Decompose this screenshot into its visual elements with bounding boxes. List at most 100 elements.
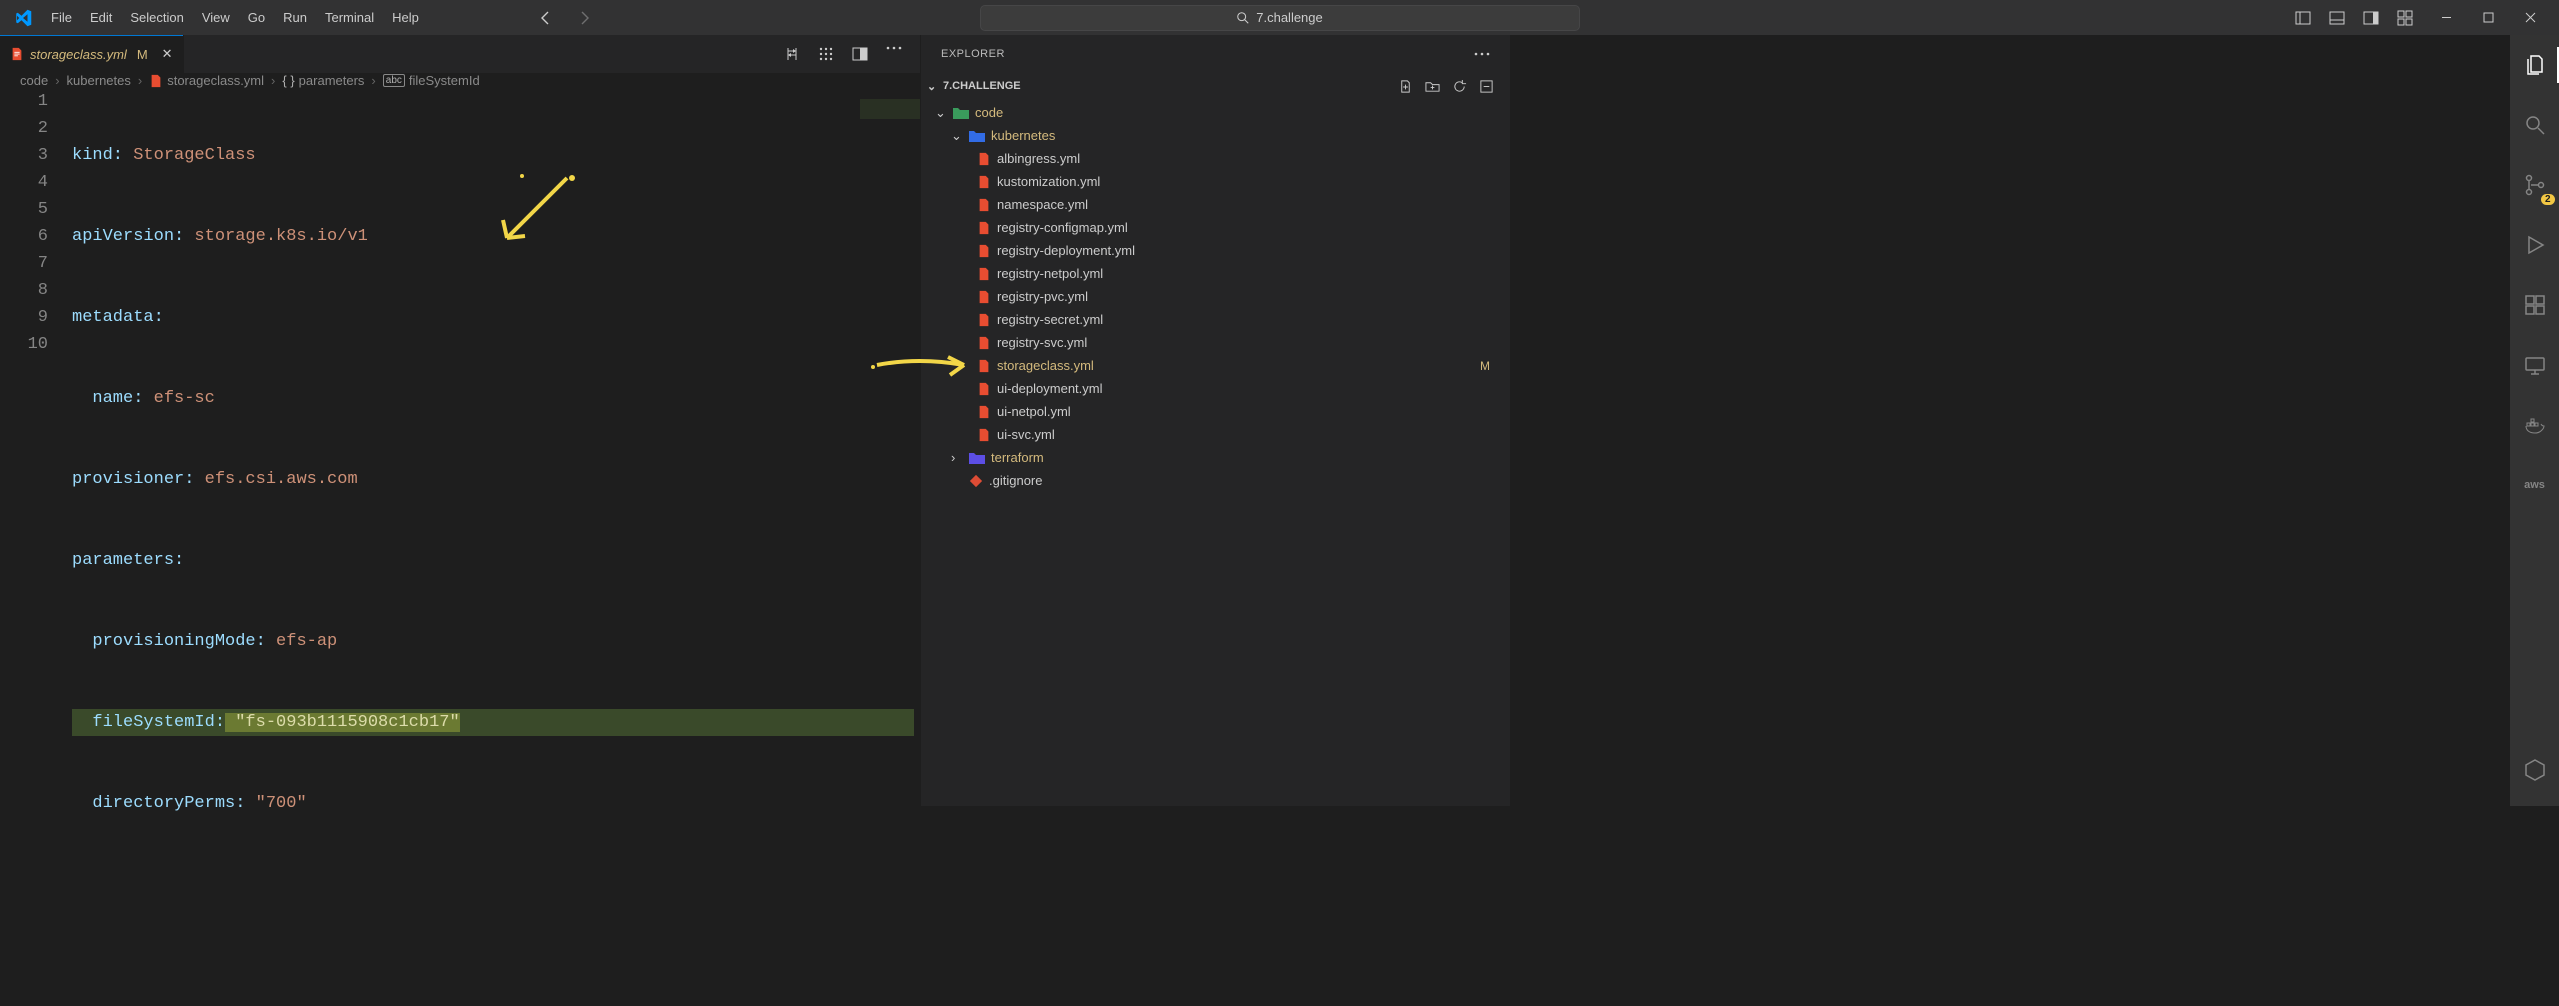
- search-tab[interactable]: [2511, 107, 2559, 143]
- yaml-file-icon: [977, 290, 991, 304]
- titlebar: File Edit Selection View Go Run Terminal…: [0, 0, 2559, 35]
- command-center[interactable]: 7.challenge: [980, 5, 1580, 31]
- yaml-file-icon: [977, 359, 991, 373]
- bc-section[interactable]: parameters: [299, 73, 365, 88]
- bc-file[interactable]: storageclass.yml: [167, 73, 264, 88]
- forward-icon[interactable]: [576, 10, 592, 26]
- extensions-icon: [2523, 293, 2547, 317]
- explorer-tab[interactable]: [2511, 47, 2559, 83]
- folder-kubernetes[interactable]: ⌄ kubernetes: [921, 124, 1510, 147]
- search-label: 7.challenge: [1256, 10, 1323, 25]
- file-kustomization[interactable]: kustomization.yml: [921, 170, 1510, 193]
- more-icon[interactable]: [886, 46, 902, 50]
- file-albingress[interactable]: albingress.yml: [921, 147, 1510, 170]
- folder-icon: [969, 129, 985, 143]
- split-right-icon[interactable]: [852, 46, 868, 62]
- menu-help[interactable]: Help: [383, 6, 428, 29]
- maximize-button[interactable]: [2467, 0, 2509, 35]
- tab-storageclass[interactable]: storageclass.yml M ✕: [0, 35, 184, 73]
- file-tree: ⌄ code ⌄ kubernetes albingress.yml kusto…: [921, 99, 1510, 806]
- bc-field[interactable]: fileSystemId: [409, 73, 480, 88]
- file-registry-configmap[interactable]: registry-configmap.yml: [921, 216, 1510, 239]
- file-gitignore[interactable]: · .gitignore: [921, 469, 1510, 492]
- folder-icon: [969, 451, 985, 465]
- file-registry-svc[interactable]: registry-svc.yml: [921, 331, 1510, 354]
- code-content[interactable]: kind: StorageClass apiVersion: storage.k…: [72, 88, 920, 1006]
- activity-bar: 2 aws: [2509, 35, 2559, 806]
- docker-icon: [2523, 413, 2547, 437]
- terraform-tab[interactable]: [2511, 752, 2559, 788]
- yaml-file-icon: [977, 221, 991, 235]
- more-icon[interactable]: [1474, 52, 1490, 56]
- folder-icon: [953, 106, 969, 120]
- bc-root[interactable]: code: [20, 73, 48, 88]
- collapse-icon[interactable]: [1479, 79, 1494, 94]
- menu-view[interactable]: View: [193, 6, 239, 29]
- minimize-button[interactable]: [2425, 0, 2467, 35]
- menu-selection[interactable]: Selection: [121, 6, 192, 29]
- extensions-tab[interactable]: [2511, 287, 2559, 323]
- file-ui-netpol[interactable]: ui-netpol.yml: [921, 400, 1510, 423]
- yaml-file-icon: [977, 405, 991, 419]
- yaml-file-icon: [977, 336, 991, 350]
- project-name: 7.CHALLENGE: [943, 80, 1021, 92]
- menubar: File Edit Selection View Go Run Terminal…: [42, 6, 428, 29]
- layout-panel-icon[interactable]: [2329, 10, 2345, 26]
- layout-secondary-icon[interactable]: [2363, 10, 2379, 26]
- close-icon[interactable]: ✕: [162, 46, 173, 62]
- yaml-file-icon: [977, 313, 991, 327]
- hexagon-icon: [2523, 758, 2547, 782]
- file-registry-deployment[interactable]: registry-deployment.yml: [921, 239, 1510, 262]
- menu-run[interactable]: Run: [274, 6, 316, 29]
- close-button[interactable]: [2509, 0, 2551, 35]
- tab-label: storageclass.yml: [30, 47, 127, 62]
- panel-title: EXPLORER: [921, 35, 1510, 73]
- scm-tab[interactable]: 2: [2511, 167, 2559, 203]
- vscode-logo-icon: [14, 9, 32, 27]
- back-icon[interactable]: [538, 10, 554, 26]
- breadcrumbs[interactable]: code › kubernetes › storageclass.yml › {…: [0, 73, 920, 88]
- file-registry-secret[interactable]: registry-secret.yml: [921, 308, 1510, 331]
- remote-icon: [2523, 353, 2547, 377]
- file-namespace[interactable]: namespace.yml: [921, 193, 1510, 216]
- refresh-icon[interactable]: [1452, 79, 1467, 94]
- docker-tab[interactable]: [2511, 407, 2559, 443]
- menu-edit[interactable]: Edit: [81, 6, 121, 29]
- modified-badge: M: [1480, 359, 1490, 373]
- new-file-icon[interactable]: [1398, 79, 1413, 94]
- debug-tab[interactable]: [2511, 227, 2559, 263]
- menu-go[interactable]: Go: [239, 6, 274, 29]
- yaml-file-icon: [10, 47, 24, 61]
- split-grid-icon[interactable]: [818, 46, 834, 62]
- nav-arrows: [538, 10, 592, 26]
- bc-folder[interactable]: kubernetes: [67, 73, 131, 88]
- file-ui-deployment[interactable]: ui-deployment.yml: [921, 377, 1510, 400]
- compare-icon[interactable]: [784, 46, 800, 62]
- aws-tab[interactable]: aws: [2511, 467, 2559, 503]
- file-registry-pvc[interactable]: registry-pvc.yml: [921, 285, 1510, 308]
- file-registry-netpol[interactable]: registry-netpol.yml: [921, 262, 1510, 285]
- aws-icon: aws: [2524, 479, 2545, 491]
- yaml-file-icon: [977, 244, 991, 258]
- explorer-panel: EXPLORER ⌄ 7.CHALLENGE ⌄: [920, 35, 1510, 806]
- scm-badge: 2: [2541, 194, 2555, 205]
- remote-tab[interactable]: [2511, 347, 2559, 383]
- files-icon: [2523, 53, 2547, 77]
- file-ui-svc[interactable]: ui-svc.yml: [921, 423, 1510, 446]
- minimap[interactable]: [860, 99, 920, 199]
- menu-terminal[interactable]: Terminal: [316, 6, 383, 29]
- file-storageclass[interactable]: storageclass.ymlM: [921, 354, 1510, 377]
- project-header[interactable]: ⌄ 7.CHALLENGE: [921, 73, 1510, 99]
- code-editor[interactable]: 1 2 3 4 5 6 7 8 9 10 kind: StorageClass …: [0, 88, 920, 1006]
- folder-code[interactable]: ⌄ code: [921, 101, 1510, 124]
- source-control-icon: [2523, 173, 2547, 197]
- layout-customize-icon[interactable]: [2397, 10, 2413, 26]
- menu-file[interactable]: File: [42, 6, 81, 29]
- folder-terraform[interactable]: › terraform: [921, 446, 1510, 469]
- new-folder-icon[interactable]: [1425, 79, 1440, 94]
- layout-primary-icon[interactable]: [2295, 10, 2311, 26]
- run-debug-icon: [2523, 233, 2547, 257]
- yaml-file-icon: [977, 152, 991, 166]
- yaml-file-icon: [977, 382, 991, 396]
- tab-modified-badge: M: [137, 47, 148, 62]
